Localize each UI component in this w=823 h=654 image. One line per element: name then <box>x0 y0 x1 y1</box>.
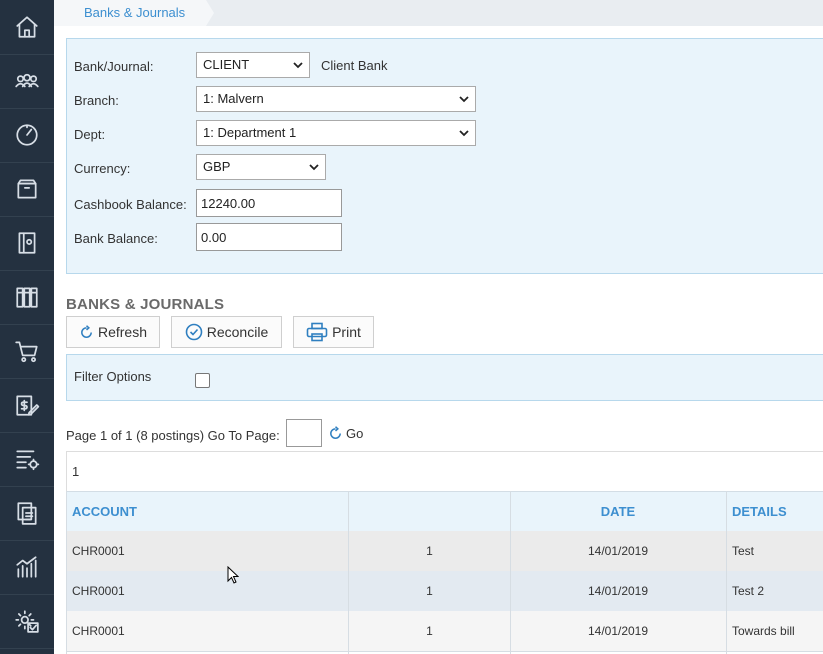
sidebar-item-purchases[interactable] <box>0 324 54 379</box>
branch-select[interactable]: 1: Malvern <box>196 86 476 112</box>
currency-label: Currency: <box>74 161 131 176</box>
filter-options-label: Filter Options <box>74 369 152 384</box>
filter-options-checkbox[interactable] <box>195 373 210 388</box>
cell-date: 14/01/2019 <box>587 584 649 598</box>
archive-icon <box>17 179 37 199</box>
go-button[interactable]: Go <box>328 426 363 441</box>
check-circle-icon <box>185 323 203 341</box>
goto-page-input[interactable] <box>286 419 322 447</box>
cell-date: 14/01/2019 <box>587 544 649 558</box>
column-divider <box>348 491 349 654</box>
print-button[interactable]: Print <box>293 316 374 348</box>
branch-label: Branch: <box>74 93 119 108</box>
notebook-icon <box>18 232 36 254</box>
reconcile-label: Reconcile <box>206 324 269 340</box>
cell-details: Test 2 <box>732 584 765 598</box>
sidebar-item-settings[interactable] <box>0 594 54 649</box>
refresh-button[interactable]: Refresh <box>66 316 160 348</box>
branch-value: 1: Malvern <box>203 91 264 106</box>
cashbook-balance-field[interactable]: 12240.00 <box>196 189 342 217</box>
refresh-label: Refresh <box>97 324 148 340</box>
chevron-down-icon <box>309 164 319 171</box>
top-bar: Banks & Journals <box>54 0 823 26</box>
bank-journal-value: CLIENT <box>203 57 250 72</box>
sidebar-item-ledger[interactable] <box>0 216 54 271</box>
section-title: BANKS & JOURNALS <box>66 296 225 313</box>
cell-number: 1 <box>426 584 433 598</box>
bank-journal-label: Bank/Journal: <box>74 59 154 74</box>
sidebar-item-library[interactable] <box>0 270 54 325</box>
currency-value: GBP <box>203 159 231 174</box>
filter-panel <box>66 354 823 401</box>
page-links-bar <box>66 451 823 492</box>
dept-value: 1: Department 1 <box>203 125 297 140</box>
page-link-1[interactable]: 1 <box>72 464 79 479</box>
column-divider <box>66 491 67 654</box>
column-header-date[interactable]: DATE <box>510 504 726 519</box>
cart-icon <box>15 341 38 363</box>
cell-number: 1 <box>426 544 433 558</box>
documents-icon <box>17 502 37 525</box>
breadcrumb[interactable]: Banks & Journals <box>54 0 206 26</box>
cell-account: CHR0001 <box>72 584 125 598</box>
sidebar-item-list-settings[interactable] <box>0 432 54 487</box>
chevron-down-icon <box>293 62 303 69</box>
reports-chart-icon <box>16 556 37 578</box>
pager-summary: Page 1 of 1 (8 postings) Go To Page: <box>66 428 280 443</box>
bank-journal-select[interactable]: CLIENT <box>196 52 310 78</box>
sidebar-item-home[interactable] <box>0 0 54 55</box>
sidebar-item-contacts[interactable] <box>0 54 54 109</box>
column-header-details[interactable]: DETAILS <box>732 504 787 519</box>
chevron-down-icon <box>459 96 469 103</box>
column-header-account[interactable]: ACCOUNT <box>72 504 137 519</box>
bank-balance-field[interactable]: 0.00 <box>196 223 342 251</box>
dept-label: Dept: <box>74 127 106 142</box>
cell-details: Test <box>732 544 755 558</box>
breadcrumb-arrow <box>206 0 214 26</box>
chevron-down-icon <box>459 130 469 137</box>
refresh-icon <box>81 324 92 338</box>
bank-journal-description: Client Bank <box>321 58 388 73</box>
list-settings-icon <box>16 450 40 471</box>
reconcile-button[interactable]: Reconcile <box>171 316 282 348</box>
cell-account: CHR0001 <box>72 544 125 558</box>
printer-icon <box>306 322 328 342</box>
column-divider <box>726 491 727 654</box>
cell-account: CHR0001 <box>72 624 125 638</box>
bank-details-panel <box>66 38 823 274</box>
users-icon <box>15 73 39 88</box>
bank-balance-label: Bank Balance: <box>74 231 158 246</box>
sidebar-item-reports[interactable] <box>0 540 54 595</box>
cashbook-balance-label: Cashbook Balance: <box>74 197 187 212</box>
sidebar <box>0 0 54 654</box>
sidebar-item-archive[interactable] <box>0 162 54 217</box>
home-icon <box>16 16 38 38</box>
breadcrumb-label[interactable]: Banks & Journals <box>84 5 185 20</box>
dashboard-icon <box>16 124 38 146</box>
invoice-edit-icon <box>16 395 40 416</box>
dept-select[interactable]: 1: Department 1 <box>196 120 476 146</box>
column-divider <box>510 491 511 654</box>
go-label: Go <box>346 426 364 441</box>
currency-select[interactable]: GBP <box>196 154 326 180</box>
mouse-cursor-icon <box>227 566 239 584</box>
sidebar-item-dashboard[interactable] <box>0 108 54 163</box>
refresh-icon <box>330 426 341 439</box>
sidebar-item-documents[interactable] <box>0 486 54 541</box>
cell-number: 1 <box>426 624 433 638</box>
books-icon <box>16 287 38 308</box>
sidebar-item-billing[interactable] <box>0 378 54 433</box>
cell-date: 14/01/2019 <box>587 624 649 638</box>
cell-details: Towards bill <box>732 624 795 638</box>
print-label: Print <box>332 324 361 340</box>
settings-check-icon <box>15 610 39 633</box>
